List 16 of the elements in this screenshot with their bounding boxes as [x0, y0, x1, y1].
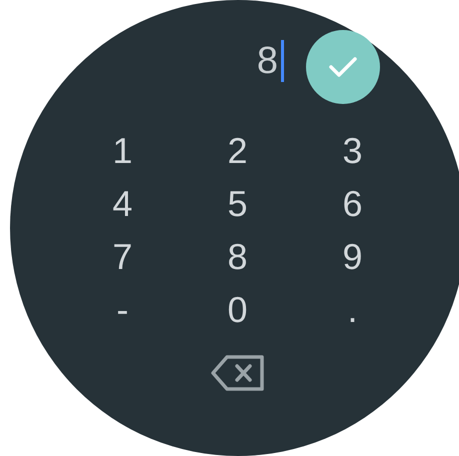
- keypad-key[interactable]: -: [116, 283, 128, 336]
- keypad-key[interactable]: 1: [112, 124, 133, 177]
- keypad-key[interactable]: 8: [227, 230, 248, 283]
- checkmark-icon: [328, 56, 358, 78]
- backspace-icon: [210, 354, 266, 392]
- keypad-key[interactable]: 9: [342, 230, 363, 283]
- keypad-key[interactable]: .: [347, 283, 358, 336]
- keypad-key[interactable]: 0: [227, 283, 248, 336]
- keypad-key[interactable]: 3: [342, 124, 363, 177]
- keypad-key[interactable]: 5: [227, 177, 248, 230]
- keypad-key[interactable]: 2: [227, 124, 248, 177]
- backspace-button[interactable]: [210, 354, 266, 392]
- keypad-key[interactable]: 4: [112, 177, 133, 230]
- keypad-key[interactable]: 7: [112, 230, 133, 283]
- input-field[interactable]: 8: [256, 40, 284, 82]
- keypad-key[interactable]: 6: [342, 177, 363, 230]
